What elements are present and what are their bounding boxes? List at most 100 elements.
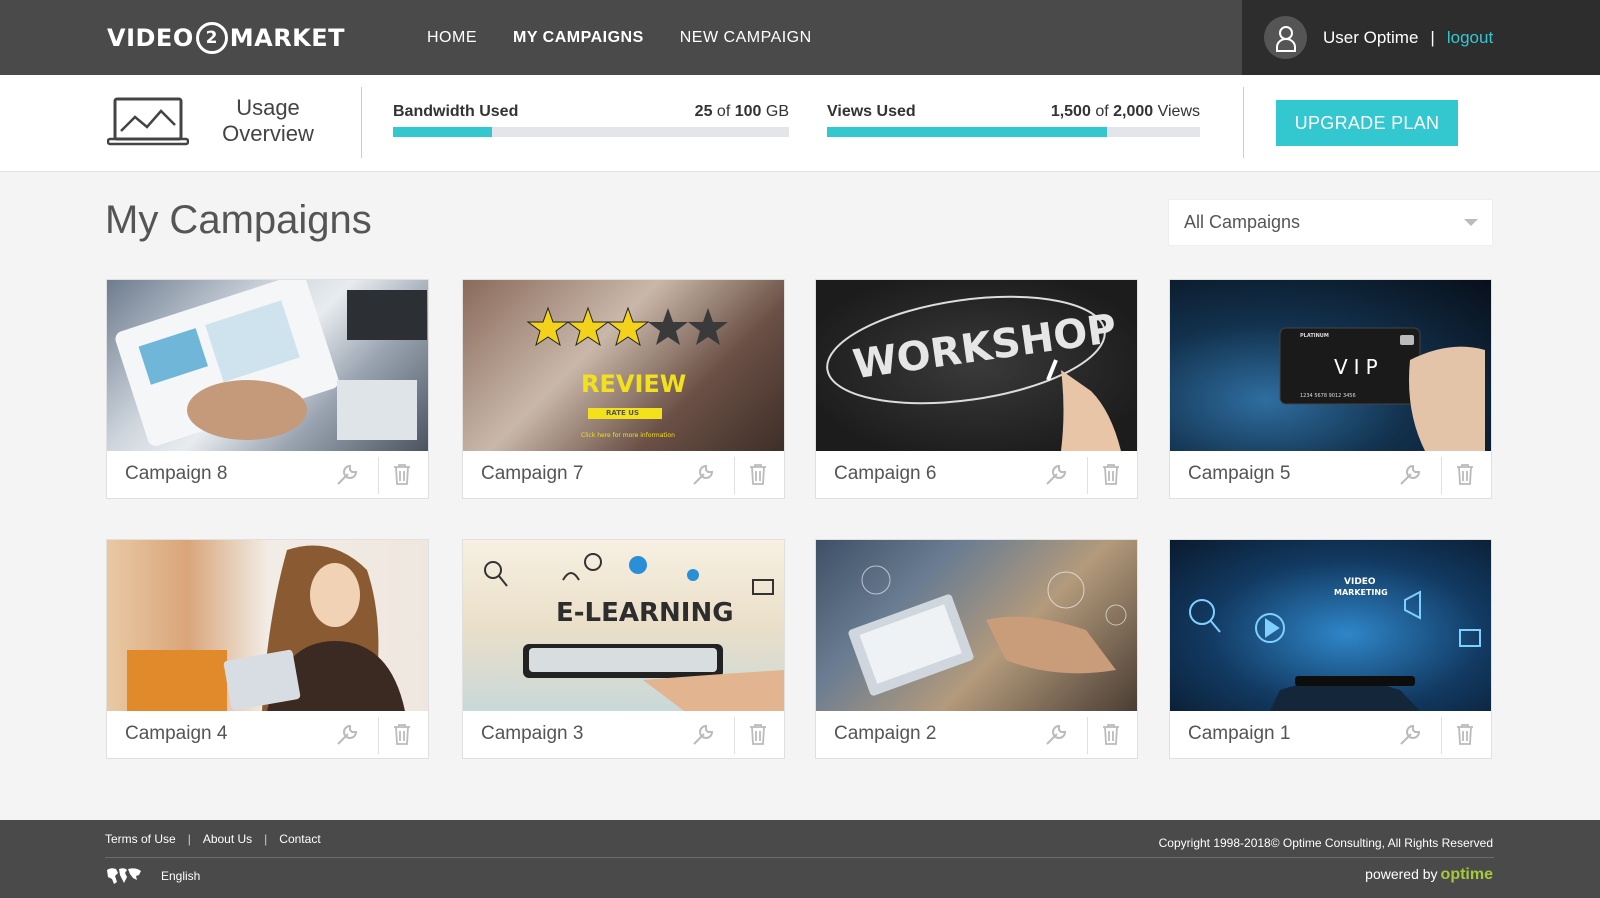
campaign-name: Campaign 3	[481, 723, 584, 744]
footer-divider	[105, 857, 1494, 858]
campaign-card[interactable]: VIDEO MARKETING Campaign 1	[1169, 539, 1492, 759]
wrench-icon[interactable]	[335, 721, 361, 747]
views-label: Views Used	[827, 103, 916, 120]
language-selector[interactable]: English	[105, 866, 200, 886]
campaign-thumbnail[interactable]: VIDEO MARKETING	[1170, 540, 1491, 711]
trash-icon[interactable]	[1455, 723, 1475, 745]
page-footer: Terms of Use | About Us | Contact Copyri…	[0, 820, 1600, 898]
footer-link-contact[interactable]: Contact	[279, 832, 320, 846]
usage-divider-right	[1243, 87, 1244, 158]
campaign-card-footer: Campaign 2	[816, 711, 1137, 758]
campaign-card[interactable]: Campaign 8	[106, 279, 429, 499]
thumb-marketing-text: MARKETING	[1334, 588, 1388, 597]
wrench-icon[interactable]	[691, 461, 717, 487]
campaign-thumbnail[interactable]	[816, 540, 1137, 711]
usage-overview-bar: Usage Overview Bandwidth Used 25 of 100 …	[0, 75, 1600, 172]
campaign-thumbnail[interactable]: REVIEW RATE US Click here for more infor…	[463, 280, 784, 451]
wrench-icon[interactable]	[1044, 721, 1070, 747]
campaign-card[interactable]: E-LEARNING Campaign 3	[462, 539, 785, 759]
card-footer-divider	[1087, 457, 1088, 494]
usage-title: Usage Overview	[213, 95, 323, 147]
user-name: User Optime	[1323, 27, 1419, 47]
views-meter: Views Used 1,500 of 2,000 Views	[827, 103, 1200, 137]
usage-title-line1: Usage	[236, 95, 300, 120]
bandwidth-meter: Bandwidth Used 25 of 100 GB	[393, 103, 789, 137]
logo-text-video: VIDEO	[107, 24, 194, 52]
trash-icon[interactable]	[1455, 463, 1475, 485]
campaign-card-footer: Campaign 5	[1170, 451, 1491, 498]
powered-by[interactable]: powered by optime	[1365, 866, 1493, 884]
upgrade-plan-button[interactable]: UPGRADE PLAN	[1276, 100, 1458, 146]
trash-icon[interactable]	[1101, 723, 1121, 745]
bandwidth-value: 25 of 100 GB	[694, 103, 789, 120]
campaign-name: Campaign 4	[125, 723, 228, 744]
monitor-chart-icon	[106, 97, 190, 152]
optime-logo: optime	[1440, 866, 1493, 883]
thumb-e-learning-text: E-LEARNING	[556, 598, 734, 628]
wrench-icon[interactable]	[1398, 461, 1424, 487]
nav-new-campaign[interactable]: NEW CAMPAIGN	[680, 29, 812, 47]
views-progress-bar	[827, 127, 1200, 137]
video2market-logo[interactable]: VIDEO 2 MARKET	[107, 19, 345, 57]
campaign-card[interactable]: Campaign 2	[815, 539, 1138, 759]
thumb-platinum-text: PLATINUM	[1300, 333, 1329, 339]
trash-icon[interactable]	[748, 463, 768, 485]
campaign-name: Campaign 6	[834, 463, 937, 484]
page-title: My Campaigns	[105, 198, 372, 242]
campaign-card-footer: Campaign 1	[1170, 711, 1491, 758]
usage-divider	[361, 87, 362, 158]
card-footer-divider	[1441, 457, 1442, 494]
wrench-icon[interactable]	[1398, 721, 1424, 747]
campaign-card-footer: Campaign 3	[463, 711, 784, 758]
views-value: 1,500 of 2,000 Views	[1050, 103, 1200, 120]
logo-two-circle: 2	[195, 22, 228, 54]
campaign-thumbnail[interactable]	[107, 540, 428, 711]
campaign-thumbnail[interactable]: VIP PLATINUM 1234 5678 9012 3456	[1170, 280, 1491, 451]
user-separator: |	[1430, 27, 1435, 47]
campaign-card[interactable]: WORKSHOP Campaign 6	[815, 279, 1138, 499]
logout-link[interactable]: logout	[1447, 28, 1493, 48]
powered-by-text: powered by	[1365, 866, 1438, 882]
campaign-card[interactable]: VIP PLATINUM 1234 5678 9012 3456 Campaig…	[1169, 279, 1492, 499]
wrench-icon[interactable]	[691, 721, 717, 747]
views-progress-fill	[827, 127, 1107, 137]
footer-link-separator: |	[264, 832, 268, 846]
campaign-filter-value: All Campaigns	[1184, 212, 1301, 232]
copyright-text: Copyright 1998-2018© Optime Consulting, …	[1158, 836, 1493, 850]
user-box: User Optime | logout	[1242, 0, 1600, 75]
card-footer-divider	[1441, 717, 1442, 754]
chevron-down-icon	[1464, 219, 1478, 226]
bandwidth-progress-fill	[393, 127, 492, 137]
campaign-card[interactable]: REVIEW RATE US Click here for more infor…	[462, 279, 785, 499]
campaign-thumbnail[interactable]: WORKSHOP	[816, 280, 1137, 451]
trash-icon[interactable]	[748, 723, 768, 745]
trash-icon[interactable]	[392, 723, 412, 745]
trash-icon[interactable]	[1101, 463, 1121, 485]
campaign-name: Campaign 5	[1188, 463, 1291, 484]
main-nav: HOME MY CAMPAIGNS NEW CAMPAIGN	[427, 0, 812, 75]
thumb-vip-text: VIP	[1334, 355, 1384, 379]
wrench-icon[interactable]	[335, 461, 361, 487]
trash-icon[interactable]	[392, 463, 412, 485]
usage-title-line2: Overview	[222, 121, 314, 146]
footer-link-about[interactable]: About Us	[203, 832, 252, 846]
user-avatar-icon[interactable]	[1264, 16, 1307, 59]
card-footer-divider	[378, 457, 379, 494]
campaign-filter-select[interactable]: All Campaigns	[1168, 199, 1493, 246]
thumb-note-text: Click here for more information	[581, 432, 675, 439]
campaign-thumbnail[interactable]	[107, 280, 428, 451]
world-map-icon	[107, 868, 141, 884]
footer-link-separator: |	[187, 832, 191, 846]
nav-home[interactable]: HOME	[427, 29, 477, 47]
footer-link-terms[interactable]: Terms of Use	[105, 832, 176, 846]
campaign-name: Campaign 1	[1188, 723, 1291, 744]
card-footer-divider	[734, 717, 735, 754]
card-footer-divider	[378, 717, 379, 754]
bandwidth-label: Bandwidth Used	[393, 103, 519, 120]
campaign-card[interactable]: Campaign 4	[106, 539, 429, 759]
nav-my-campaigns[interactable]: MY CAMPAIGNS	[513, 29, 644, 47]
campaign-thumbnail[interactable]: E-LEARNING	[463, 540, 784, 711]
wrench-icon[interactable]	[1044, 461, 1070, 487]
thumb-review-text: REVIEW	[581, 370, 687, 398]
bandwidth-progress-bar	[393, 127, 789, 137]
